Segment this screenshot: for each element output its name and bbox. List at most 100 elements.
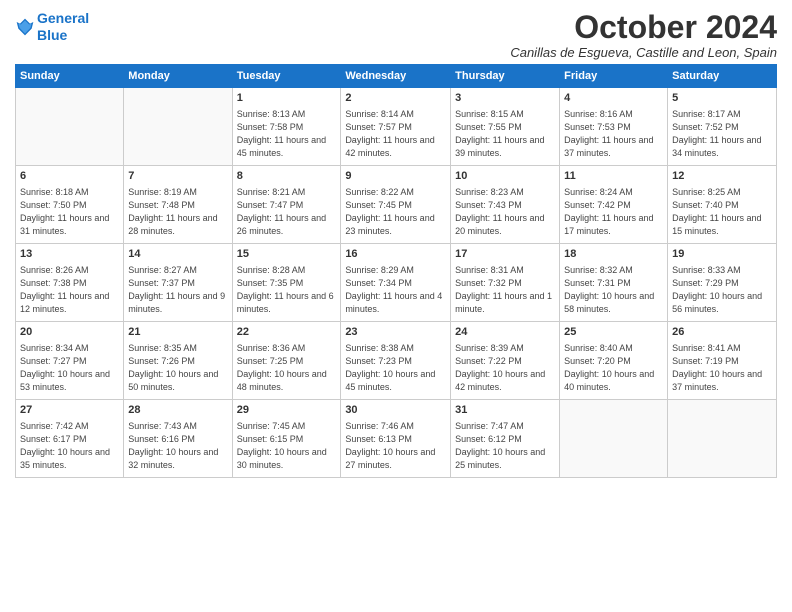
day-info: Sunrise: 7:42 AM Sunset: 6:17 PM Dayligh… bbox=[20, 420, 119, 472]
day-number: 4 bbox=[564, 91, 663, 106]
day-info: Sunrise: 8:25 AM Sunset: 7:40 PM Dayligh… bbox=[672, 186, 772, 238]
month-title: October 2024 bbox=[510, 10, 777, 45]
logo-text: General Blue bbox=[37, 10, 89, 44]
day-number: 24 bbox=[455, 325, 555, 340]
day-info: Sunrise: 7:46 AM Sunset: 6:13 PM Dayligh… bbox=[345, 420, 446, 472]
day-number: 31 bbox=[455, 403, 555, 418]
day-info: Sunrise: 7:45 AM Sunset: 6:15 PM Dayligh… bbox=[237, 420, 337, 472]
day-number: 29 bbox=[237, 403, 337, 418]
calendar-week-row: 20 Sunrise: 8:34 AM Sunset: 7:27 PM Dayli… bbox=[16, 322, 777, 400]
weekday-header: Saturday bbox=[668, 65, 777, 88]
calendar-day-cell: 27 Sunrise: 7:42 AM Sunset: 6:17 PM Dayli… bbox=[16, 400, 124, 478]
calendar-day-cell: 3 Sunrise: 8:15 AM Sunset: 7:55 PM Daylig… bbox=[451, 88, 560, 166]
subtitle: Canillas de Esgueva, Castille and Leon, … bbox=[510, 45, 777, 60]
day-number: 28 bbox=[128, 403, 227, 418]
day-info: Sunrise: 8:17 AM Sunset: 7:52 PM Dayligh… bbox=[672, 108, 772, 160]
calendar-day-cell: 15 Sunrise: 8:28 AM Sunset: 7:35 PM Dayli… bbox=[232, 244, 341, 322]
day-number: 21 bbox=[128, 325, 227, 340]
day-info: Sunrise: 8:35 AM Sunset: 7:26 PM Dayligh… bbox=[128, 342, 227, 394]
weekday-header: Thursday bbox=[451, 65, 560, 88]
calendar-day-cell: 9 Sunrise: 8:22 AM Sunset: 7:45 PM Daylig… bbox=[341, 166, 451, 244]
calendar-day-cell: 11Sunrise: 8:24 AM Sunset: 7:42 PM Dayli… bbox=[560, 166, 668, 244]
calendar-day-cell: 25 Sunrise: 8:40 AM Sunset: 7:20 PM Dayli… bbox=[560, 322, 668, 400]
day-info: Sunrise: 8:33 AM Sunset: 7:29 PM Dayligh… bbox=[672, 264, 772, 316]
day-number: 9 bbox=[345, 169, 446, 184]
weekday-header: Friday bbox=[560, 65, 668, 88]
calendar-day-cell: 18 Sunrise: 8:32 AM Sunset: 7:31 PM Dayli… bbox=[560, 244, 668, 322]
title-block: October 2024 Canillas de Esgueva, Castil… bbox=[510, 10, 777, 60]
day-number: 11 bbox=[564, 169, 663, 184]
day-number: 18 bbox=[564, 247, 663, 262]
day-number: 26 bbox=[672, 325, 772, 340]
calendar-day-cell: 16Sunrise: 8:29 AM Sunset: 7:34 PM Dayli… bbox=[341, 244, 451, 322]
day-number: 22 bbox=[237, 325, 337, 340]
day-info: Sunrise: 8:14 AM Sunset: 7:57 PM Dayligh… bbox=[345, 108, 446, 160]
day-number: 2 bbox=[345, 91, 446, 106]
day-number: 7 bbox=[128, 169, 227, 184]
calendar-day-cell: 31Sunrise: 7:47 AM Sunset: 6:12 PM Dayli… bbox=[451, 400, 560, 478]
calendar-day-cell: 26 Sunrise: 8:41 AM Sunset: 7:19 PM Dayli… bbox=[668, 322, 777, 400]
calendar-week-row: 6Sunrise: 8:18 AM Sunset: 7:50 PM Daylig… bbox=[16, 166, 777, 244]
day-info: Sunrise: 8:39 AM Sunset: 7:22 PM Dayligh… bbox=[455, 342, 555, 394]
day-number: 27 bbox=[20, 403, 119, 418]
calendar-week-row: 1 Sunrise: 8:13 AM Sunset: 7:58 PM Daylig… bbox=[16, 88, 777, 166]
day-number: 30 bbox=[345, 403, 446, 418]
calendar-day-cell: 5 Sunrise: 8:17 AM Sunset: 7:52 PM Daylig… bbox=[668, 88, 777, 166]
calendar-day-cell: 13 Sunrise: 8:26 AM Sunset: 7:38 PM Dayli… bbox=[16, 244, 124, 322]
day-info: Sunrise: 8:32 AM Sunset: 7:31 PM Dayligh… bbox=[564, 264, 663, 316]
day-info: Sunrise: 8:16 AM Sunset: 7:53 PM Dayligh… bbox=[564, 108, 663, 160]
calendar-day-cell: 30 Sunrise: 7:46 AM Sunset: 6:13 PM Dayli… bbox=[341, 400, 451, 478]
day-info: Sunrise: 8:21 AM Sunset: 7:47 PM Dayligh… bbox=[237, 186, 337, 238]
calendar-day-cell: 10Sunrise: 8:23 AM Sunset: 7:43 PM Dayli… bbox=[451, 166, 560, 244]
calendar-header-row: SundayMondayTuesdayWednesdayThursdayFrid… bbox=[16, 65, 777, 88]
day-number: 8 bbox=[237, 169, 337, 184]
calendar-day-cell: 6Sunrise: 8:18 AM Sunset: 7:50 PM Daylig… bbox=[16, 166, 124, 244]
calendar-day-cell: 19Sunrise: 8:33 AM Sunset: 7:29 PM Dayli… bbox=[668, 244, 777, 322]
day-number: 1 bbox=[237, 91, 337, 106]
calendar-week-row: 13 Sunrise: 8:26 AM Sunset: 7:38 PM Dayli… bbox=[16, 244, 777, 322]
day-info: Sunrise: 8:27 AM Sunset: 7:37 PM Dayligh… bbox=[128, 264, 227, 316]
day-number: 12 bbox=[672, 169, 772, 184]
day-info: Sunrise: 8:13 AM Sunset: 7:58 PM Dayligh… bbox=[237, 108, 337, 160]
day-number: 20 bbox=[20, 325, 119, 340]
day-info: Sunrise: 8:34 AM Sunset: 7:27 PM Dayligh… bbox=[20, 342, 119, 394]
page-container: General Blue October 2024 Canillas de Es… bbox=[0, 0, 792, 488]
calendar-day-cell: 23Sunrise: 8:38 AM Sunset: 7:23 PM Dayli… bbox=[341, 322, 451, 400]
calendar-day-cell bbox=[668, 400, 777, 478]
calendar-week-row: 27 Sunrise: 7:42 AM Sunset: 6:17 PM Dayli… bbox=[16, 400, 777, 478]
day-number: 17 bbox=[455, 247, 555, 262]
day-number: 13 bbox=[20, 247, 119, 262]
day-info: Sunrise: 8:36 AM Sunset: 7:25 PM Dayligh… bbox=[237, 342, 337, 394]
day-number: 3 bbox=[455, 91, 555, 106]
weekday-header: Sunday bbox=[16, 65, 124, 88]
day-info: Sunrise: 8:26 AM Sunset: 7:38 PM Dayligh… bbox=[20, 264, 119, 316]
day-number: 5 bbox=[672, 91, 772, 106]
day-number: 14 bbox=[128, 247, 227, 262]
day-info: Sunrise: 8:31 AM Sunset: 7:32 PM Dayligh… bbox=[455, 264, 555, 316]
day-number: 25 bbox=[564, 325, 663, 340]
weekday-header: Tuesday bbox=[232, 65, 341, 88]
logo: General Blue bbox=[15, 10, 89, 44]
calendar-day-cell: 21 Sunrise: 8:35 AM Sunset: 7:26 PM Dayli… bbox=[124, 322, 232, 400]
day-info: Sunrise: 8:28 AM Sunset: 7:35 PM Dayligh… bbox=[237, 264, 337, 316]
day-info: Sunrise: 8:40 AM Sunset: 7:20 PM Dayligh… bbox=[564, 342, 663, 394]
day-info: Sunrise: 7:43 AM Sunset: 6:16 PM Dayligh… bbox=[128, 420, 227, 472]
calendar-day-cell: 1 Sunrise: 8:13 AM Sunset: 7:58 PM Daylig… bbox=[232, 88, 341, 166]
calendar-day-cell: 14 Sunrise: 8:27 AM Sunset: 7:37 PM Dayli… bbox=[124, 244, 232, 322]
day-info: Sunrise: 8:19 AM Sunset: 7:48 PM Dayligh… bbox=[128, 186, 227, 238]
day-info: Sunrise: 8:41 AM Sunset: 7:19 PM Dayligh… bbox=[672, 342, 772, 394]
day-number: 16 bbox=[345, 247, 446, 262]
calendar-day-cell: 17 Sunrise: 8:31 AM Sunset: 7:32 PM Dayli… bbox=[451, 244, 560, 322]
calendar-day-cell: 8 Sunrise: 8:21 AM Sunset: 7:47 PM Daylig… bbox=[232, 166, 341, 244]
calendar-day-cell: 12 Sunrise: 8:25 AM Sunset: 7:40 PM Dayli… bbox=[668, 166, 777, 244]
calendar-day-cell: 7 Sunrise: 8:19 AM Sunset: 7:48 PM Daylig… bbox=[124, 166, 232, 244]
day-number: 15 bbox=[237, 247, 337, 262]
day-info: Sunrise: 8:22 AM Sunset: 7:45 PM Dayligh… bbox=[345, 186, 446, 238]
weekday-header: Wednesday bbox=[341, 65, 451, 88]
calendar-day-cell: 28 Sunrise: 7:43 AM Sunset: 6:16 PM Dayli… bbox=[124, 400, 232, 478]
day-number: 10 bbox=[455, 169, 555, 184]
day-number: 6 bbox=[20, 169, 119, 184]
calendar-day-cell: 4 Sunrise: 8:16 AM Sunset: 7:53 PM Daylig… bbox=[560, 88, 668, 166]
header: General Blue October 2024 Canillas de Es… bbox=[15, 10, 777, 60]
day-info: Sunrise: 8:15 AM Sunset: 7:55 PM Dayligh… bbox=[455, 108, 555, 160]
